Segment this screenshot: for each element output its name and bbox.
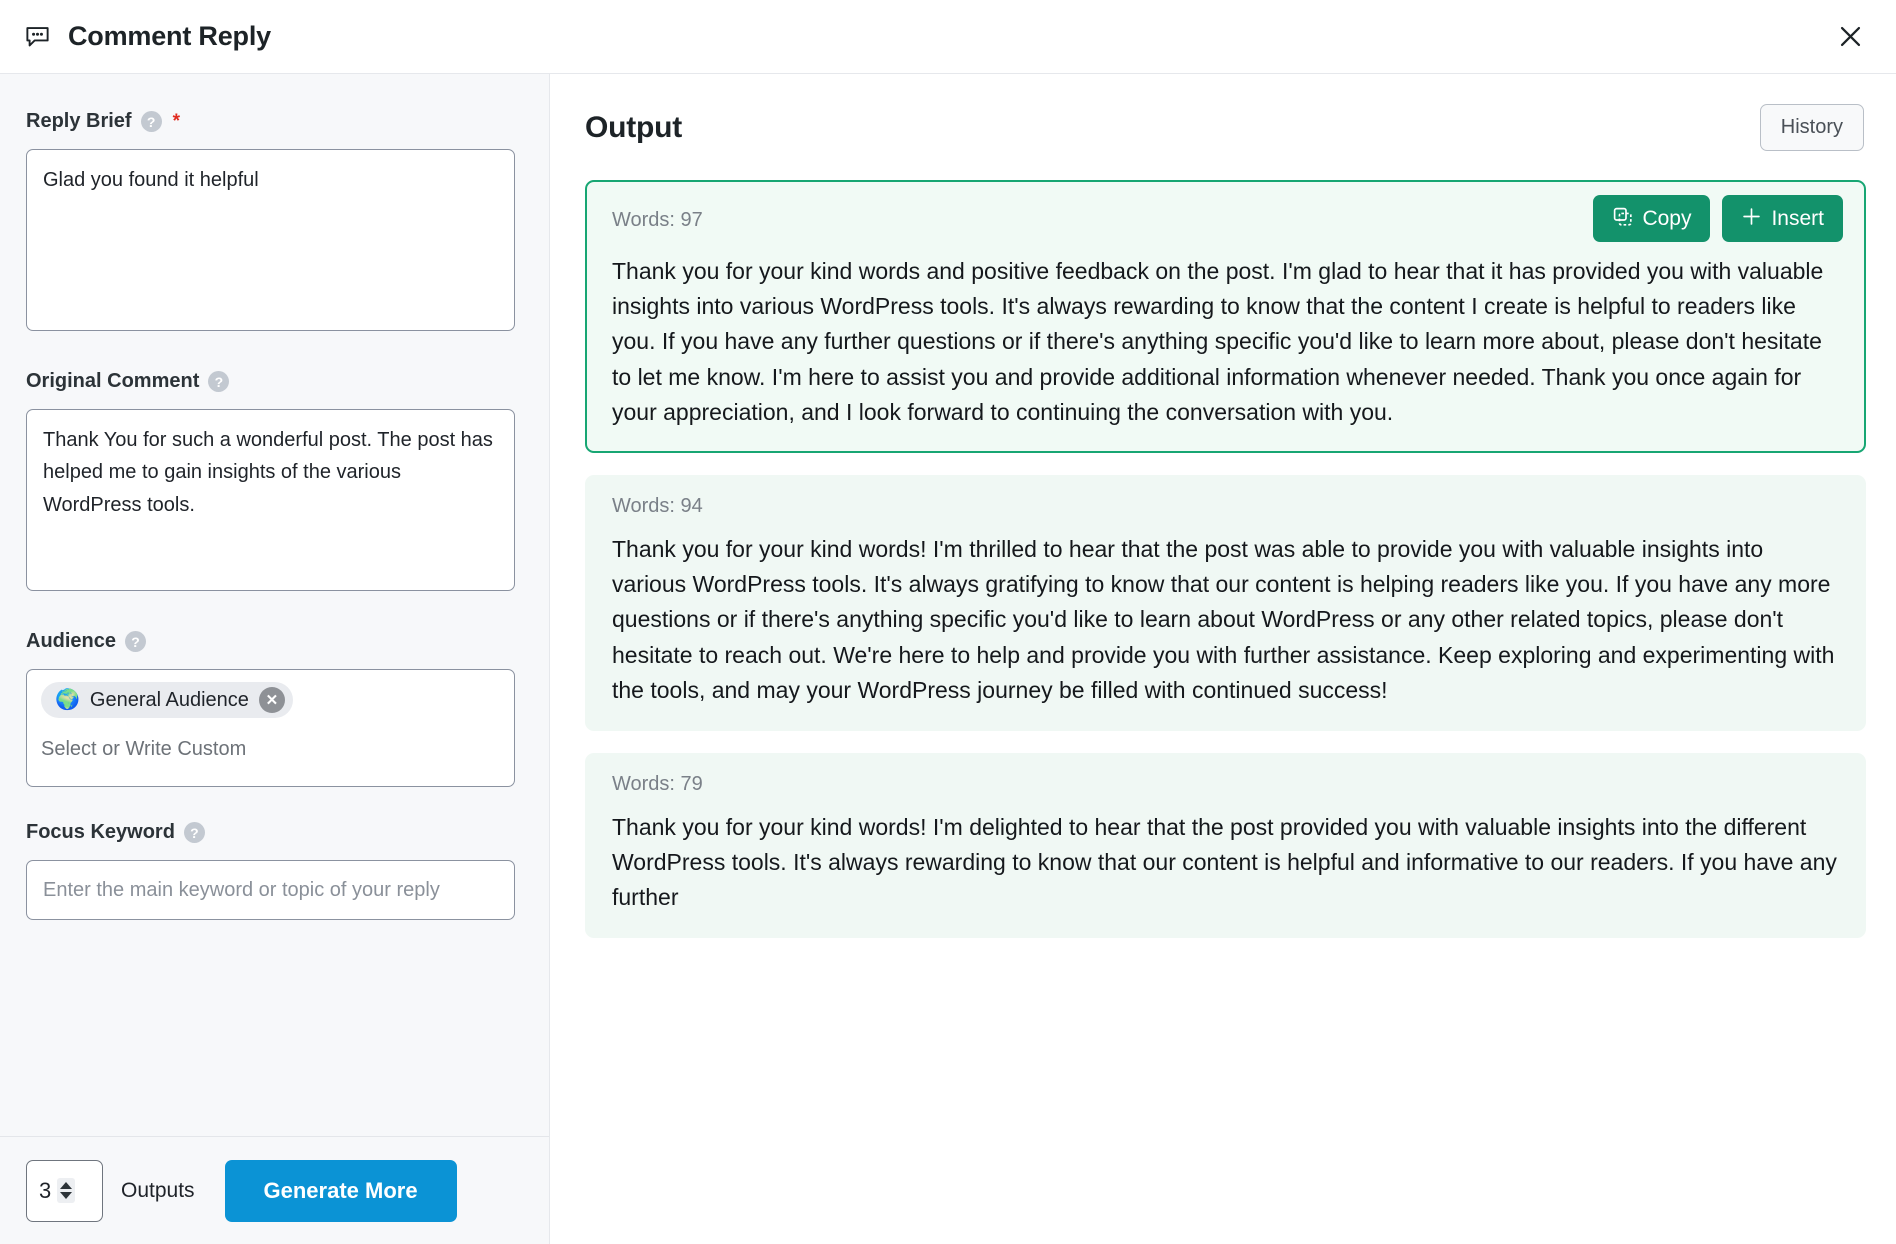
stepper-arrows-icon[interactable] xyxy=(57,1178,76,1203)
outputs-label: Outputs xyxy=(121,1178,195,1202)
result-card-toolbar: Words: 79 xyxy=(612,772,1843,798)
result-card[interactable]: Words: 94 Thank you for your kind words!… xyxy=(585,474,1866,731)
result-card[interactable]: Words: 79 Thank you for your kind words!… xyxy=(585,752,1866,939)
help-icon[interactable]: ? xyxy=(183,822,205,843)
field-original-comment: Original Comment ? xyxy=(26,370,515,596)
chevron-down-icon[interactable] xyxy=(60,1192,73,1199)
reply-brief-label-row: Reply Brief ? * xyxy=(26,110,514,133)
copy-icon xyxy=(1612,206,1633,231)
help-icon[interactable]: ? xyxy=(208,371,230,392)
result-actions: Copy Insert xyxy=(1593,195,1843,242)
word-count-label: Words: 94 xyxy=(612,495,703,518)
insert-button-label: Insert xyxy=(1771,207,1824,230)
audience-placeholder[interactable]: Select or Write Custom xyxy=(41,738,500,761)
help-icon[interactable]: ? xyxy=(125,631,147,652)
globe-icon: 🌍 xyxy=(55,689,80,711)
output-panel: Output History Words: 97 Copy Insert Tha… xyxy=(550,74,1896,1244)
remove-chip-icon[interactable]: ✕ xyxy=(258,687,285,713)
audience-label-row: Audience ? xyxy=(26,630,514,653)
outputs-stepper[interactable]: 3 xyxy=(26,1159,103,1222)
result-card-toolbar: Words: 94 xyxy=(612,494,1843,520)
close-icon[interactable] xyxy=(1830,17,1870,57)
modal-header: Comment Reply xyxy=(0,0,1896,74)
reply-brief-input[interactable] xyxy=(26,149,515,331)
original-comment-input[interactable] xyxy=(26,409,515,591)
audience-chip: 🌍 General Audience ✕ xyxy=(41,682,293,718)
audience-label: Audience xyxy=(26,630,117,652)
form-sidebar: Reply Brief ? * Original Comment ? xyxy=(0,74,550,1244)
audience-chip-label: General Audience xyxy=(89,688,249,711)
outputs-value: 3 xyxy=(39,1177,52,1203)
focus-keyword-input[interactable] xyxy=(26,860,515,920)
plus-icon xyxy=(1741,206,1762,231)
field-reply-brief: Reply Brief ? * xyxy=(26,110,515,336)
result-text: Thank you for your kind words and positi… xyxy=(612,258,1824,425)
insert-button[interactable]: Insert xyxy=(1722,195,1843,242)
output-header-row: Output History xyxy=(585,104,1866,151)
output-title: Output xyxy=(585,110,683,144)
original-comment-label-row: Original Comment ? xyxy=(26,370,514,393)
word-count-label: Words: 79 xyxy=(612,773,703,796)
focus-keyword-label-row: Focus Keyword ? xyxy=(26,821,514,844)
word-count-label: Words: 97 xyxy=(612,209,703,231)
modal-body: Reply Brief ? * Original Comment ? xyxy=(0,74,1896,1244)
field-audience: Audience ? 🌍 General Audience ✕ Select o… xyxy=(26,630,515,787)
comment-bubble-icon xyxy=(22,22,52,52)
copy-button-label: Copy xyxy=(1642,207,1692,230)
chevron-up-icon[interactable] xyxy=(60,1182,73,1189)
generate-more-button[interactable]: Generate More xyxy=(224,1159,457,1222)
focus-keyword-label: Focus Keyword xyxy=(26,821,175,843)
form-scroll-area: Reply Brief ? * Original Comment ? xyxy=(0,74,549,1244)
reply-brief-label: Reply Brief xyxy=(26,110,132,132)
header-left-group: Comment Reply xyxy=(22,21,271,52)
copy-button[interactable]: Copy xyxy=(1593,195,1711,242)
result-text: Thank you for your kind words! I'm delig… xyxy=(612,813,1837,911)
result-card[interactable]: Words: 97 Copy Insert Thank you for your… xyxy=(585,180,1866,453)
history-button[interactable]: History xyxy=(1759,104,1864,151)
help-icon[interactable]: ? xyxy=(140,111,162,132)
field-focus-keyword: Focus Keyword ? xyxy=(26,821,515,920)
comment-reply-modal: Comment Reply Reply Brief ? * Glad you f… xyxy=(0,0,1896,1244)
page-title: Comment Reply xyxy=(68,21,271,51)
original-comment-label: Original Comment xyxy=(26,370,200,392)
result-card-toolbar: Words: 97 Copy Insert xyxy=(612,195,1843,242)
form-footer-bar: 3 Outputs Generate More xyxy=(0,1136,549,1244)
required-asterisk: * xyxy=(172,111,180,132)
audience-tag-input[interactable]: 🌍 General Audience ✕ Select or Write Cus… xyxy=(26,669,515,787)
result-text: Thank you for your kind words! I'm thril… xyxy=(612,535,1835,703)
